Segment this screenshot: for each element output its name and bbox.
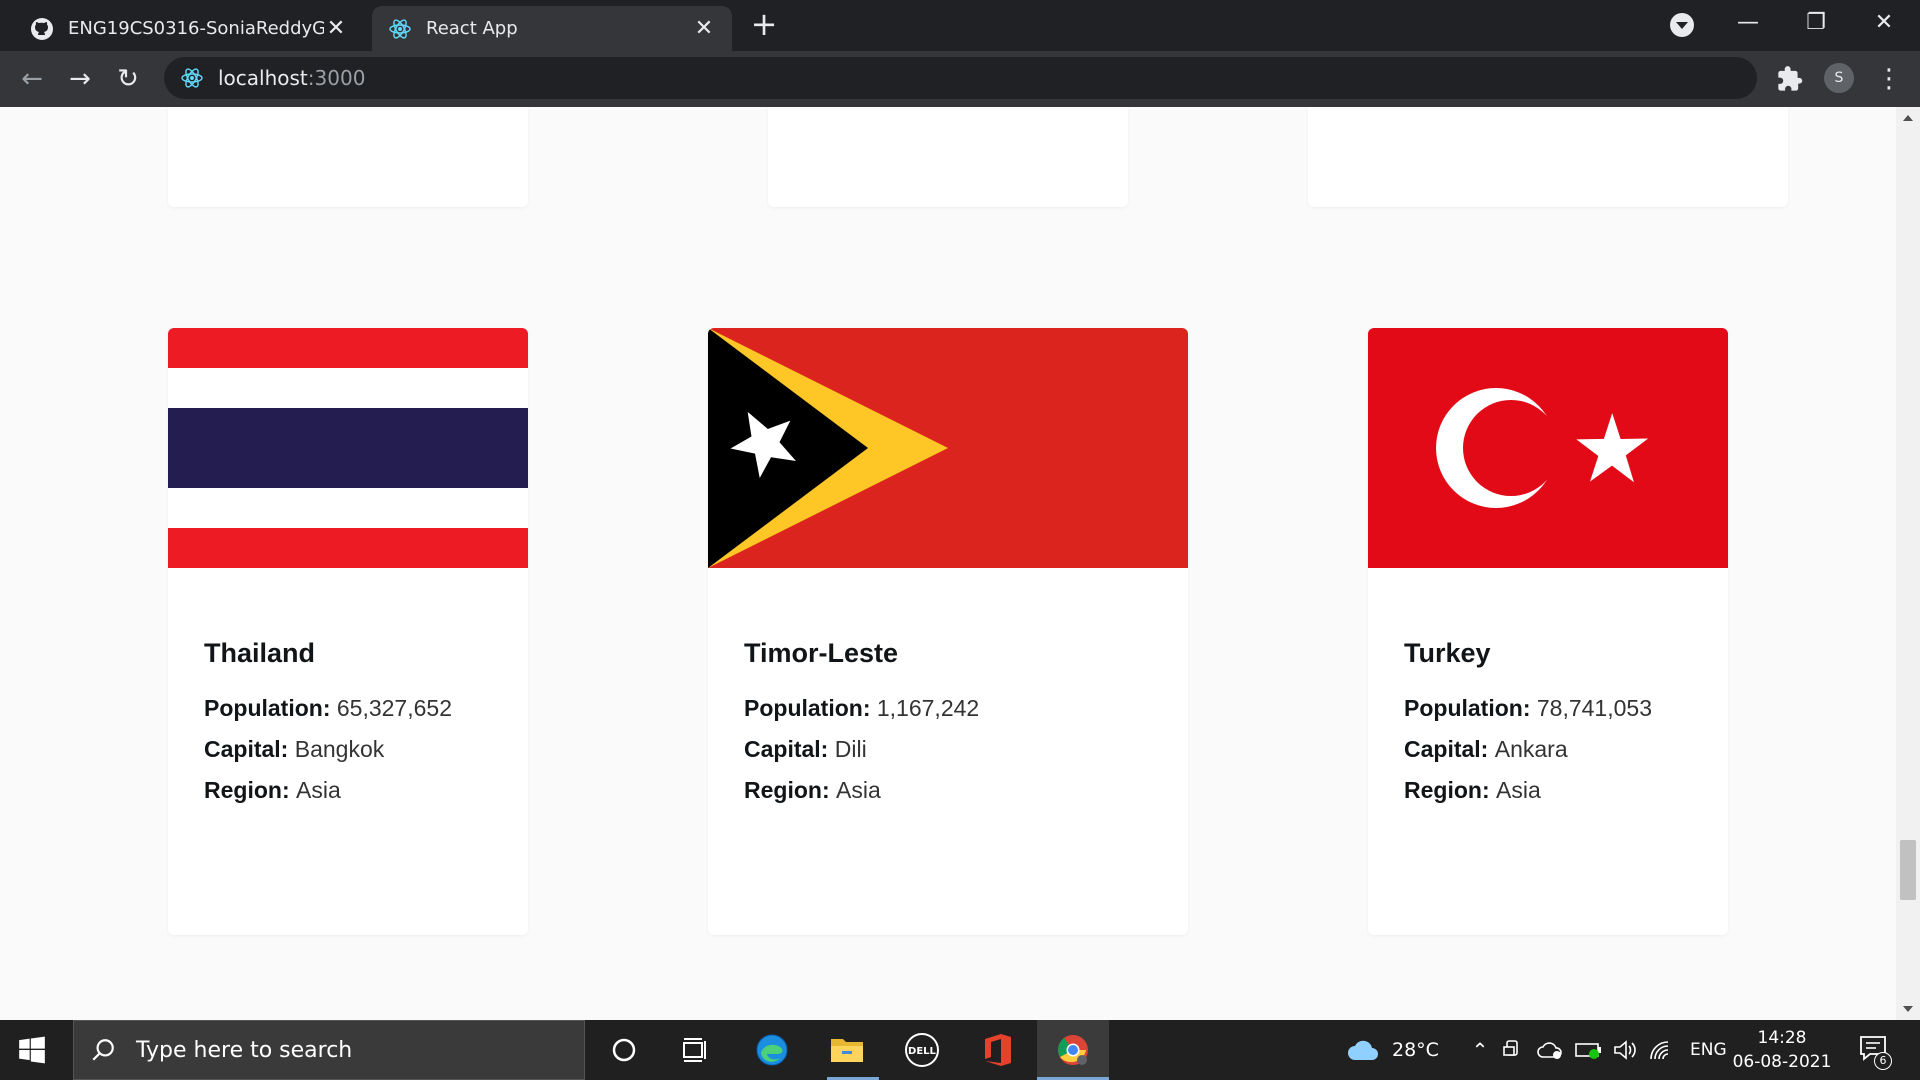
- chrome-icon[interactable]: [1055, 1032, 1091, 1068]
- region-label: Region:: [1404, 777, 1490, 803]
- cortana-icon[interactable]: [606, 1032, 642, 1068]
- turkey-flag: [1368, 328, 1728, 568]
- country-card-partial[interactable]: [768, 107, 1128, 207]
- reload-button[interactable]: ↻: [112, 63, 144, 95]
- restore-button[interactable]: ❐: [1796, 8, 1836, 38]
- edge-icon[interactable]: [754, 1032, 790, 1068]
- url-host: localhost: [218, 66, 308, 90]
- chrome-menu-icon[interactable]: ⋮: [1876, 61, 1902, 97]
- search-icon: [92, 1039, 114, 1061]
- new-tab-button[interactable]: +: [748, 8, 780, 40]
- extensions-icon[interactable]: [1776, 65, 1804, 93]
- region-value: Asia: [296, 777, 341, 803]
- capital-value: Ankara: [1494, 736, 1568, 762]
- weather-widget[interactable]: 28°C: [1346, 1020, 1439, 1080]
- capital-label: Capital:: [744, 736, 829, 762]
- population-label: Population:: [1404, 695, 1531, 721]
- meet-now-icon[interactable]: [1502, 1039, 1526, 1061]
- windows-taskbar: Type here to search DELL 28°C ⌃ ENG 14:2…: [0, 1020, 1920, 1080]
- country-card[interactable]: Timor-Leste Population: 1,167,242 Capita…: [708, 328, 1188, 935]
- capital-label: Capital:: [204, 736, 289, 762]
- region-row: Region: Asia: [204, 777, 492, 804]
- country-name: Timor-Leste: [744, 638, 899, 668]
- github-icon: [31, 17, 53, 40]
- scroll-up-arrow[interactable]: [1903, 115, 1913, 121]
- tab-close-icon[interactable]: ✕: [324, 16, 348, 41]
- minimize-button[interactable]: —: [1728, 8, 1768, 38]
- population-row: Population: 1,167,242: [744, 695, 1152, 722]
- dell-icon[interactable]: DELL: [904, 1032, 940, 1068]
- office-icon[interactable]: [980, 1032, 1016, 1068]
- cloud-icon: [1348, 1040, 1378, 1060]
- population-label: Population:: [204, 695, 331, 721]
- region-value: Asia: [836, 777, 881, 803]
- tab-search-icon[interactable]: [1670, 13, 1694, 37]
- country-card-partial[interactable]: [168, 107, 528, 207]
- system-tray: ⌃ ENG: [1466, 1020, 1727, 1080]
- scroll-down-arrow[interactable]: [1903, 1006, 1913, 1012]
- clock-date: 06-08-2021: [1732, 1052, 1832, 1072]
- tab-react-app[interactable]: React App ✕: [372, 6, 732, 51]
- tab-title: ENG19CS0316-SoniaReddyGS/fin: [68, 18, 324, 39]
- url-port: :3000: [307, 66, 366, 90]
- capital-value: Bangkok: [294, 736, 385, 762]
- capital-row: Capital: Dili: [744, 736, 1152, 763]
- url-text: localhost:3000: [218, 66, 365, 90]
- country-name: Thailand: [204, 638, 316, 668]
- tab-title: React App: [426, 18, 518, 39]
- country-card[interactable]: Turkey Population: 78,741,053 Capital: A…: [1368, 328, 1728, 935]
- profile-avatar[interactable]: S: [1824, 63, 1854, 93]
- address-bar[interactable]: localhost:3000: [164, 57, 1757, 99]
- scrollbar-thumb[interactable]: [1900, 840, 1916, 900]
- population-value: 65,327,652: [336, 695, 452, 721]
- browser-toolbar: ← → ↻ localhost:3000 S ⋮: [0, 51, 1920, 107]
- page-scrollbar[interactable]: [1896, 107, 1920, 1020]
- taskbar-clock[interactable]: 14:28 06-08-2021: [1724, 1026, 1840, 1074]
- browser-tab-bar: ENG19CS0316-SoniaReddyGS/fin ✕ React App…: [0, 0, 1920, 51]
- forward-button[interactable]: →: [64, 63, 96, 95]
- population-value: 1,167,242: [876, 695, 980, 721]
- language-indicator[interactable]: ENG: [1690, 1040, 1727, 1060]
- clock-time: 14:28: [1757, 1028, 1807, 1048]
- onedrive-icon[interactable]: [1536, 1039, 1564, 1061]
- capital-row: Capital: Bangkok: [204, 736, 492, 763]
- battery-icon[interactable]: [1574, 1039, 1604, 1061]
- region-label: Region:: [744, 777, 830, 803]
- tab-close-icon[interactable]: ✕: [692, 16, 716, 41]
- country-card[interactable]: Thailand Population: 65,327,652 Capital:…: [168, 328, 528, 935]
- search-placeholder: Type here to search: [136, 1037, 353, 1063]
- population-value: 78,741,053: [1536, 695, 1652, 721]
- react-icon: [181, 68, 203, 88]
- region-value: Asia: [1496, 777, 1541, 803]
- svg-text:DELL: DELL: [908, 1046, 937, 1057]
- region-label: Region:: [204, 777, 290, 803]
- task-view-icon[interactable]: [678, 1032, 714, 1068]
- country-card-partial[interactable]: [1308, 107, 1788, 207]
- timor-leste-flag: [708, 328, 1188, 568]
- windows-start-icon[interactable]: [18, 1036, 46, 1064]
- capital-label: Capital:: [1404, 736, 1489, 762]
- file-explorer-icon[interactable]: [829, 1032, 865, 1068]
- back-button[interactable]: ←: [16, 63, 48, 95]
- page-viewport: Thailand Population: 65,327,652 Capital:…: [0, 107, 1896, 1020]
- tab-github[interactable]: ENG19CS0316-SoniaReddyGS/fin ✕: [14, 6, 364, 51]
- notification-center-icon[interactable]: 6: [1858, 1034, 1892, 1070]
- wifi-icon[interactable]: [1648, 1039, 1674, 1061]
- capital-value: Dili: [834, 736, 867, 762]
- weather-temperature: 28°C: [1392, 1039, 1439, 1061]
- region-row: Region: Asia: [1404, 777, 1692, 804]
- volume-icon[interactable]: [1612, 1039, 1638, 1061]
- taskbar-search-box[interactable]: Type here to search: [73, 1020, 585, 1080]
- notification-count-badge: 6: [1874, 1052, 1892, 1070]
- country-name: Turkey: [1404, 638, 1491, 668]
- window-close-button[interactable]: ✕: [1864, 8, 1904, 38]
- population-row: Population: 78,741,053: [1404, 695, 1692, 722]
- thailand-flag: [168, 328, 528, 568]
- region-row: Region: Asia: [744, 777, 1152, 804]
- capital-row: Capital: Ankara: [1404, 736, 1692, 763]
- react-icon: [389, 18, 411, 39]
- chevron-up-icon[interactable]: ⌃: [1466, 1038, 1494, 1062]
- population-row: Population: 65,327,652: [204, 695, 492, 722]
- population-label: Population:: [744, 695, 871, 721]
